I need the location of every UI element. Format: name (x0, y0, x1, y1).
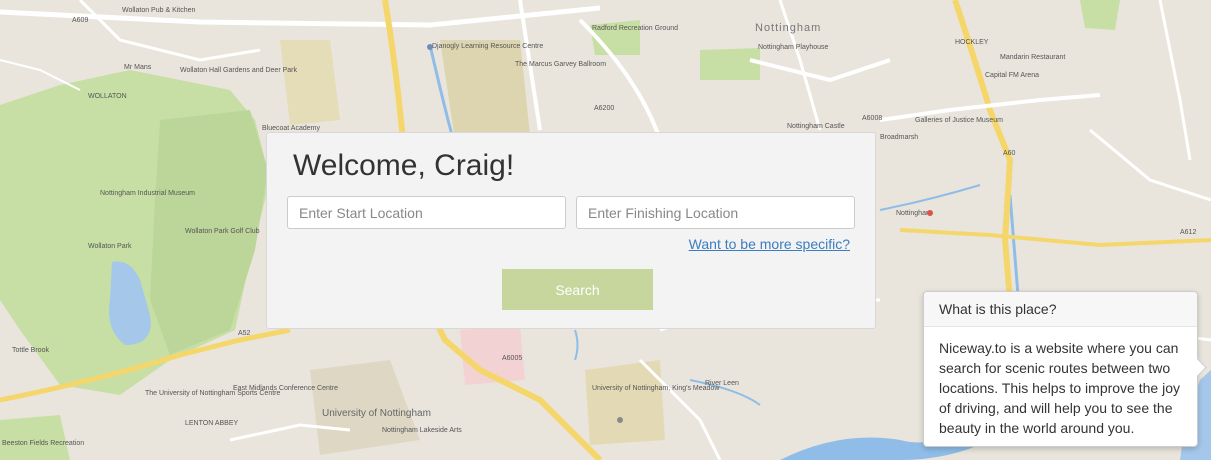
map-label-kings-meadow: University of Nottingham, King's Meadow (592, 385, 720, 392)
map-label-castle: Nottingham Castle (787, 123, 845, 130)
map-label-a612: A612 (1180, 229, 1196, 236)
map-label-a6200: A6200 (594, 105, 614, 112)
map-label-bluecoat: Bluecoat Academy (262, 125, 320, 132)
map-label-university: University of Nottingham (322, 408, 431, 419)
map-label-wollaton-hall: Wollaton Hall Gardens and Deer Park (180, 67, 297, 74)
map-label-city: Nottingham (755, 22, 821, 34)
map-label-wollaton-park: Wollaton Park (88, 243, 132, 250)
map-label-a6005: A6005 (502, 355, 522, 362)
start-location-input[interactable] (287, 196, 566, 229)
djanogly-marker-icon (427, 44, 433, 50)
map-label-industrial-museum: Nottingham Industrial Museum (100, 190, 195, 197)
map-label-a6008: A6008 (862, 115, 882, 122)
map-label-galleries: Galleries of Justice Museum (915, 117, 1003, 124)
map-label-tottle-brook: Tottle Brook (12, 347, 49, 354)
map-label-mandarin: Mandarin Restaurant (1000, 54, 1065, 61)
map-label-wollaton: WOLLATON (88, 93, 127, 100)
popover-title: What is this place? (924, 292, 1197, 327)
map-label-a60: A60 (1003, 150, 1016, 157)
route-search-panel: Welcome, Craig! Want to be more specific… (266, 132, 876, 329)
map-label-beeston-fields: Beeston Fields Recreation (2, 440, 84, 447)
map-label-lenton-abbey: LENTON ABBEY (185, 420, 239, 427)
more-specific-link[interactable]: Want to be more specific? (689, 236, 850, 252)
map-label-golf-club: Wollaton Park Golf Club (185, 228, 260, 235)
map-label-djanogly: Djanogly Learning Resource Centre (432, 43, 543, 50)
map-label-sports-centre: The University of Nottingham Sports Cent… (145, 390, 280, 397)
map-label-river-leen: River Leen (705, 380, 739, 387)
map-label-broadmarsh: Broadmarsh (880, 134, 918, 141)
search-button[interactable]: Search (502, 269, 653, 310)
map-label-station: Nottingham (896, 210, 932, 217)
map-label-a609: A609 (72, 17, 88, 24)
station-marker-icon (927, 210, 933, 216)
map-label-playhouse: Nottingham Playhouse (758, 44, 829, 51)
kings-meadow-marker-icon (617, 417, 623, 423)
map-label-marcus-garvey: The Marcus Garvey Ballroom (515, 61, 606, 68)
map-label-a52: A52 (238, 330, 251, 337)
map-label-radford: Radford Recreation Ground (592, 25, 678, 32)
welcome-heading: Welcome, Craig! (293, 149, 515, 182)
map-label-lakeside: Nottingham Lakeside Arts (382, 427, 462, 434)
popover-body: Niceway.to is a website where you can se… (939, 340, 1180, 436)
map-label-pub: Wollaton Pub & Kitchen (122, 7, 196, 14)
finish-location-input[interactable] (576, 196, 855, 229)
map-label-capital-fm: Capital FM Arena (985, 72, 1039, 79)
info-popover: What is this place? Niceway.to is a webs… (923, 291, 1207, 447)
map-label-mr-mans: Mr Mans (124, 64, 152, 71)
map-label-hockley: HOCKLEY (955, 39, 989, 46)
